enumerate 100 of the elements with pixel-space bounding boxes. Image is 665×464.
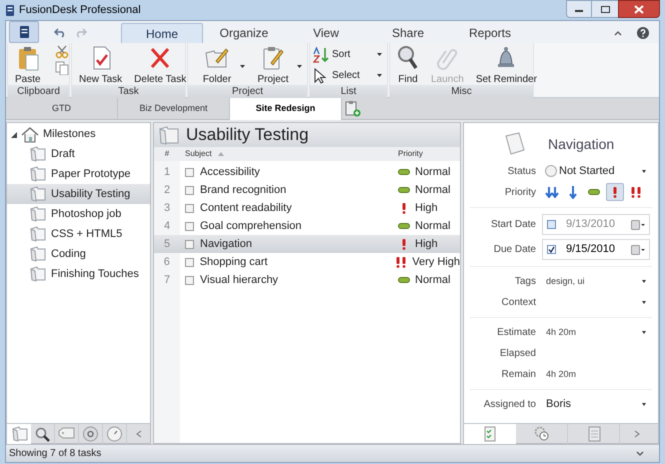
window-title: FusionDesk Professional xyxy=(19,2,141,18)
app-icon xyxy=(5,4,15,16)
task-priority: Normal xyxy=(415,272,450,288)
status-dropdown[interactable]: Not Started xyxy=(545,162,652,180)
checkbox[interactable] xyxy=(185,186,194,194)
dropdown-icon[interactable] xyxy=(642,403,646,406)
task-row[interactable]: 1 Accessibility Normal xyxy=(154,163,460,181)
sort-icon xyxy=(313,46,329,62)
ribbon-button[interactable]: New Task xyxy=(75,45,126,85)
house-icon xyxy=(21,126,39,142)
column-header[interactable]: Subject xyxy=(185,148,212,160)
date-field[interactable]: 9/13/2010 xyxy=(542,214,650,235)
ribbon-button[interactable]: Project xyxy=(247,45,299,85)
field-label: Status xyxy=(506,164,536,178)
row-number: 3 xyxy=(162,200,172,216)
checklist-icon xyxy=(482,426,498,442)
checkbox[interactable] xyxy=(185,204,194,212)
tree-item[interactable]: CSS + HTML5 xyxy=(7,224,150,244)
row-number: 7 xyxy=(162,272,172,288)
tree-item[interactable]: Draft xyxy=(7,144,150,164)
tree-label: Milestones xyxy=(43,127,96,142)
tree-item[interactable]: Milestones xyxy=(7,125,150,144)
chevron-left-icon[interactable] xyxy=(136,430,142,438)
ribbon-tab[interactable]: View xyxy=(285,23,367,43)
dash-icon xyxy=(588,189,600,195)
ribbon-tab[interactable]: Organize xyxy=(203,23,285,43)
field-label: Due Date xyxy=(492,243,536,257)
tree-item[interactable]: Coding xyxy=(7,244,150,264)
ribbon-button[interactable]: Folder xyxy=(191,45,243,85)
priority-option[interactable] xyxy=(606,183,624,201)
status-text: Showing 7 of 8 tasks xyxy=(9,447,102,461)
tree-item[interactable]: Usability Testing xyxy=(7,184,150,204)
calendar-icon[interactable] xyxy=(631,244,645,254)
collapse-arrow-icon[interactable] xyxy=(11,132,17,138)
dropdown-icon[interactable] xyxy=(642,170,646,172)
ribbon-tab[interactable]: Home xyxy=(121,23,203,43)
tree-label: Paper Prototype xyxy=(51,166,130,182)
row-number: 4 xyxy=(162,218,172,234)
checkbox[interactable] xyxy=(185,240,194,248)
group-label: Misc xyxy=(451,85,472,99)
chevron-right-icon[interactable] xyxy=(634,430,640,438)
tree-item[interactable]: Finishing Touches xyxy=(7,264,150,284)
folder-icon xyxy=(158,125,180,145)
date-field[interactable]: 9/15/2010 xyxy=(542,239,650,260)
ribbon-button[interactable]: Paste xyxy=(11,45,45,85)
copy-icon[interactable] xyxy=(54,61,69,75)
checkbox[interactable] xyxy=(185,168,194,176)
double-down-arrow-icon xyxy=(545,186,559,198)
checkbox[interactable] xyxy=(184,258,194,266)
dash-icon xyxy=(398,223,410,229)
ribbon-button[interactable]: Sort xyxy=(313,45,384,64)
task-subject: Navigation xyxy=(200,236,252,252)
field-value[interactable]: Boris xyxy=(546,394,652,415)
group-label: Clipboard xyxy=(17,85,60,99)
dash-icon xyxy=(398,169,410,175)
ribbon-tab[interactable]: Share xyxy=(367,23,449,43)
column-header[interactable]: Priority xyxy=(398,148,423,160)
column-header[interactable]: # xyxy=(164,148,170,160)
field-value[interactable]: 4h 20m xyxy=(546,364,652,385)
tree-item[interactable]: Photoshop job xyxy=(7,204,150,224)
scissors-icon[interactable] xyxy=(54,45,69,59)
close-icon xyxy=(634,4,644,14)
ribbon-button[interactable]: Set Reminder xyxy=(472,45,541,85)
document-tab[interactable]: Site Redesign xyxy=(230,98,342,120)
dropdown-icon[interactable] xyxy=(642,331,646,334)
new-tab-icon[interactable] xyxy=(345,100,361,117)
task-row[interactable]: 6 Shopping cart Very High xyxy=(154,253,460,271)
task-row[interactable]: 5 Navigation High xyxy=(154,235,460,253)
help-icon[interactable] xyxy=(637,27,649,39)
close-button[interactable] xyxy=(618,0,660,18)
task-row[interactable]: 3 Content readability High xyxy=(154,199,460,217)
checkbox[interactable] xyxy=(185,276,194,284)
ribbon-button[interactable]: Select xyxy=(313,66,384,85)
cursor-icon xyxy=(313,68,329,84)
field-label: Assigned to xyxy=(482,398,536,412)
tree-item[interactable]: Paper Prototype xyxy=(7,164,150,184)
calendar-icon[interactable] xyxy=(631,220,645,230)
minimize-button[interactable] xyxy=(566,0,592,18)
undo-icon[interactable] xyxy=(54,28,66,38)
row-number: 2 xyxy=(162,182,172,198)
expand-icon[interactable] xyxy=(636,450,644,456)
task-row[interactable]: 2 Brand recognition Normal xyxy=(154,181,460,199)
task-row[interactable]: 4 Goal comprehension Normal xyxy=(154,217,460,235)
app-menu-button[interactable] xyxy=(9,21,39,43)
tree-label: Coding xyxy=(51,246,86,262)
ribbon-tab[interactable]: Reports xyxy=(449,23,531,43)
down-arrow-icon xyxy=(569,186,577,198)
checkbox[interactable] xyxy=(185,222,194,230)
dropdown-icon[interactable] xyxy=(642,301,646,304)
checklist-tab[interactable] xyxy=(464,424,516,444)
checkbox[interactable] xyxy=(547,220,556,229)
collapse-ribbon-icon[interactable] xyxy=(614,30,622,36)
field-value[interactable]: design, ui xyxy=(546,271,652,292)
dropdown-icon[interactable] xyxy=(642,280,646,283)
ribbon-button[interactable]: Delete Task xyxy=(130,45,190,85)
checkbox[interactable] xyxy=(547,245,556,254)
maximize-button[interactable] xyxy=(592,0,618,18)
ribbon-button[interactable]: Find xyxy=(393,45,423,85)
task-row[interactable]: 7 Visual hierarchy Normal xyxy=(154,271,460,289)
field-value[interactable]: 4h 20m xyxy=(546,322,652,343)
